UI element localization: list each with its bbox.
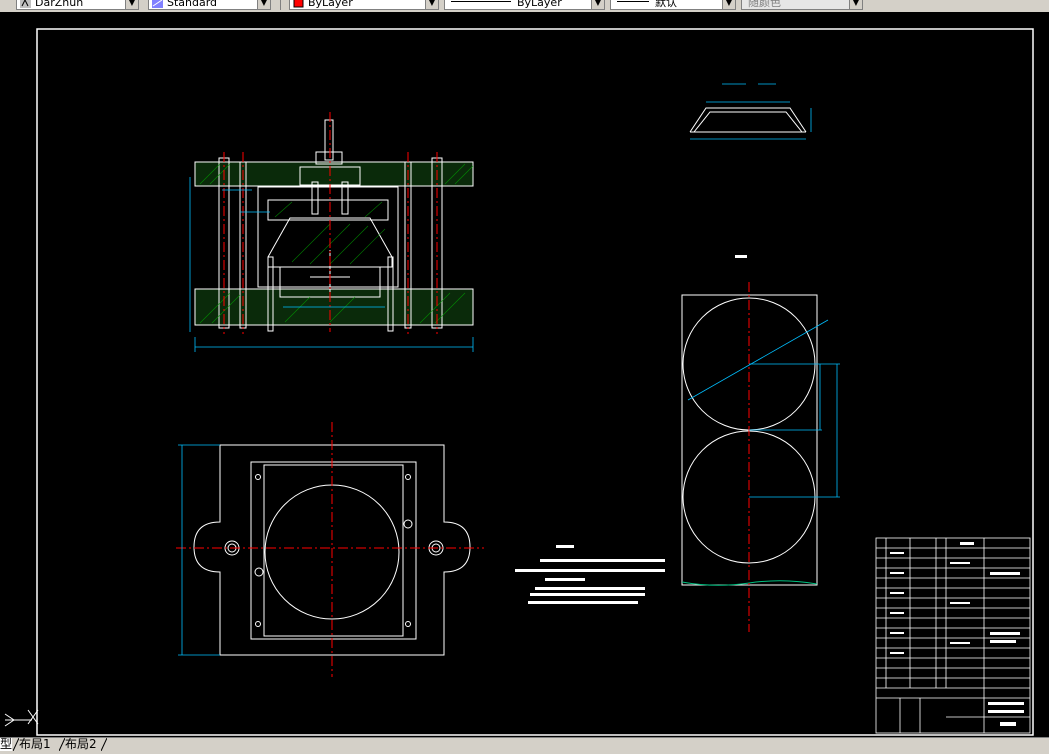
tab-model[interactable]: 型 <box>0 738 13 751</box>
assembly-section-view <box>194 119 474 332</box>
chevron-down-icon[interactable]: ▼ <box>257 0 270 9</box>
dim-style-combo[interactable]: Standard ▼ <box>148 0 271 10</box>
chevron-down-icon: ▼ <box>849 0 862 9</box>
chevron-down-icon[interactable]: ▼ <box>125 0 138 9</box>
tab-layout2[interactable]: 布局2 <box>65 738 97 751</box>
color-value: ByLayer <box>308 0 353 9</box>
tab-separator <box>100 737 108 752</box>
toolbar-separator <box>280 0 281 10</box>
linetype-preview <box>451 1 511 2</box>
chevron-down-icon[interactable]: ▼ <box>425 0 438 9</box>
text-style-combo[interactable]: DarZhuh ▼ <box>16 0 139 10</box>
layer-color-swatch-icon <box>293 0 304 8</box>
plan-view-dimensions <box>178 444 220 656</box>
text-style-icon <box>20 0 31 8</box>
tab-layout1[interactable]: 布局1 <box>19 738 51 751</box>
linetype-combo[interactable]: ByLayer ▼ <box>444 0 605 10</box>
lineweight-combo[interactable]: 默认 ▼ <box>610 0 736 10</box>
plot-style-value: 随颜色 <box>748 0 781 9</box>
view-label <box>735 255 747 258</box>
lineweight-value: 默认 <box>655 0 677 9</box>
technical-notes <box>515 545 665 604</box>
cad-drawing <box>36 28 1034 736</box>
assembly-dimensions <box>189 177 474 352</box>
part-profile-view <box>689 107 807 133</box>
layout-tab-bar: 型 布局1 布局2 <box>0 737 1049 752</box>
ucs-icon <box>2 702 42 736</box>
lineweight-preview <box>617 1 649 2</box>
linetype-value: ByLayer <box>517 0 562 9</box>
color-combo[interactable]: ByLayer ▼ <box>289 0 439 10</box>
chevron-down-icon[interactable]: ▼ <box>722 0 735 9</box>
plot-style-combo: 随颜色 ▼ <box>741 0 863 10</box>
chevron-down-icon[interactable]: ▼ <box>591 0 604 9</box>
dim-style-value: Standard <box>167 0 218 9</box>
dim-style-icon <box>152 0 163 8</box>
model-space-canvas[interactable] <box>0 12 1049 737</box>
text-style-value: DarZhuh <box>35 0 84 9</box>
drawing-border <box>36 28 1034 736</box>
